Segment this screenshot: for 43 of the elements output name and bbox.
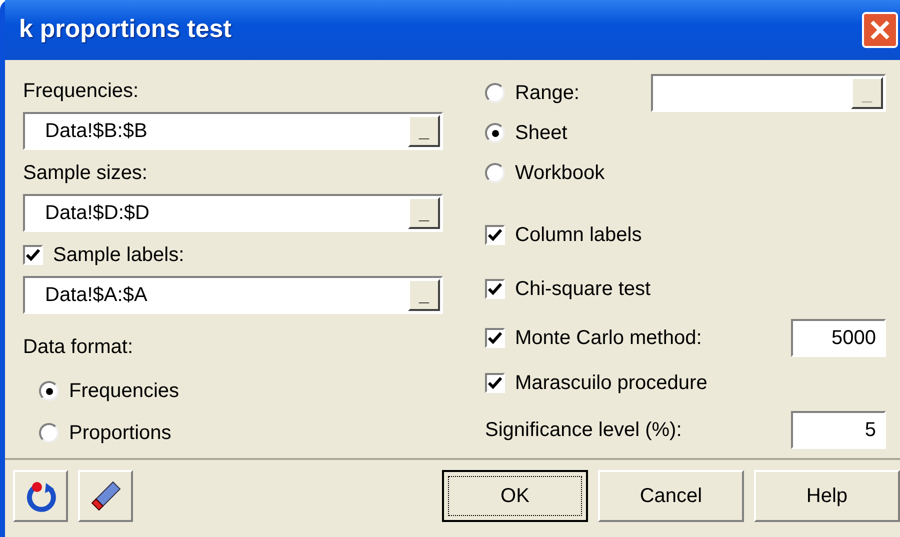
dialog-button[interactable]: Cancel [598, 470, 744, 522]
option-label: Workbook [515, 161, 605, 186]
radio-button[interactable] [39, 381, 59, 401]
field-label: Significance level (%): [485, 418, 682, 443]
option-label: Marascuilo procedure [515, 371, 708, 396]
select-range-button[interactable]: _ [408, 197, 440, 229]
number-field[interactable]: 5000 [791, 319, 886, 357]
dialog-button[interactable]: OK [442, 470, 588, 522]
checkbox[interactable] [485, 328, 505, 348]
checkbox[interactable] [485, 279, 505, 299]
checkbox[interactable] [23, 245, 43, 265]
checkbox[interactable] [485, 225, 505, 245]
radio-button[interactable] [485, 123, 505, 143]
close-icon [869, 19, 891, 41]
eraser-icon [88, 479, 122, 513]
select-range-button[interactable]: _ [408, 279, 440, 311]
field-value: Data!$B:$B [45, 119, 148, 144]
option-label: Frequencies [69, 379, 180, 404]
option-label: Proportions [69, 421, 172, 446]
field-value: Data!$D:$D [45, 201, 150, 226]
number-field[interactable]: 5 [791, 411, 886, 449]
option-label: Sample labels: [53, 243, 184, 268]
close-button[interactable] [862, 12, 898, 48]
reset-button[interactable] [13, 470, 68, 522]
option-label: Sheet [515, 121, 568, 146]
range-field[interactable]: Data!$D:$D _ [23, 194, 443, 232]
field-label: Data format: [23, 335, 134, 360]
range-field[interactable]: Data!$A:$A _ [23, 276, 443, 314]
clear-button[interactable] [78, 470, 133, 522]
option-label: Range: [515, 81, 580, 106]
radio-button[interactable] [485, 163, 505, 183]
checkbox[interactable] [485, 373, 505, 393]
select-range-button[interactable]: _ [408, 115, 440, 147]
radio-button[interactable] [39, 423, 59, 443]
window-title: k proportions test [19, 14, 232, 46]
option-label: Column labels [515, 223, 642, 248]
option-label: Chi-square test [515, 277, 651, 302]
range-field[interactable]: Data!$B:$B _ [23, 112, 443, 150]
field-label: Frequencies: [23, 79, 139, 104]
field-value: Data!$A:$A [45, 283, 148, 308]
option-label: Monte Carlo method: [515, 326, 702, 351]
dialog-button[interactable]: Help [754, 470, 900, 522]
field-label: Sample sizes: [23, 161, 148, 186]
